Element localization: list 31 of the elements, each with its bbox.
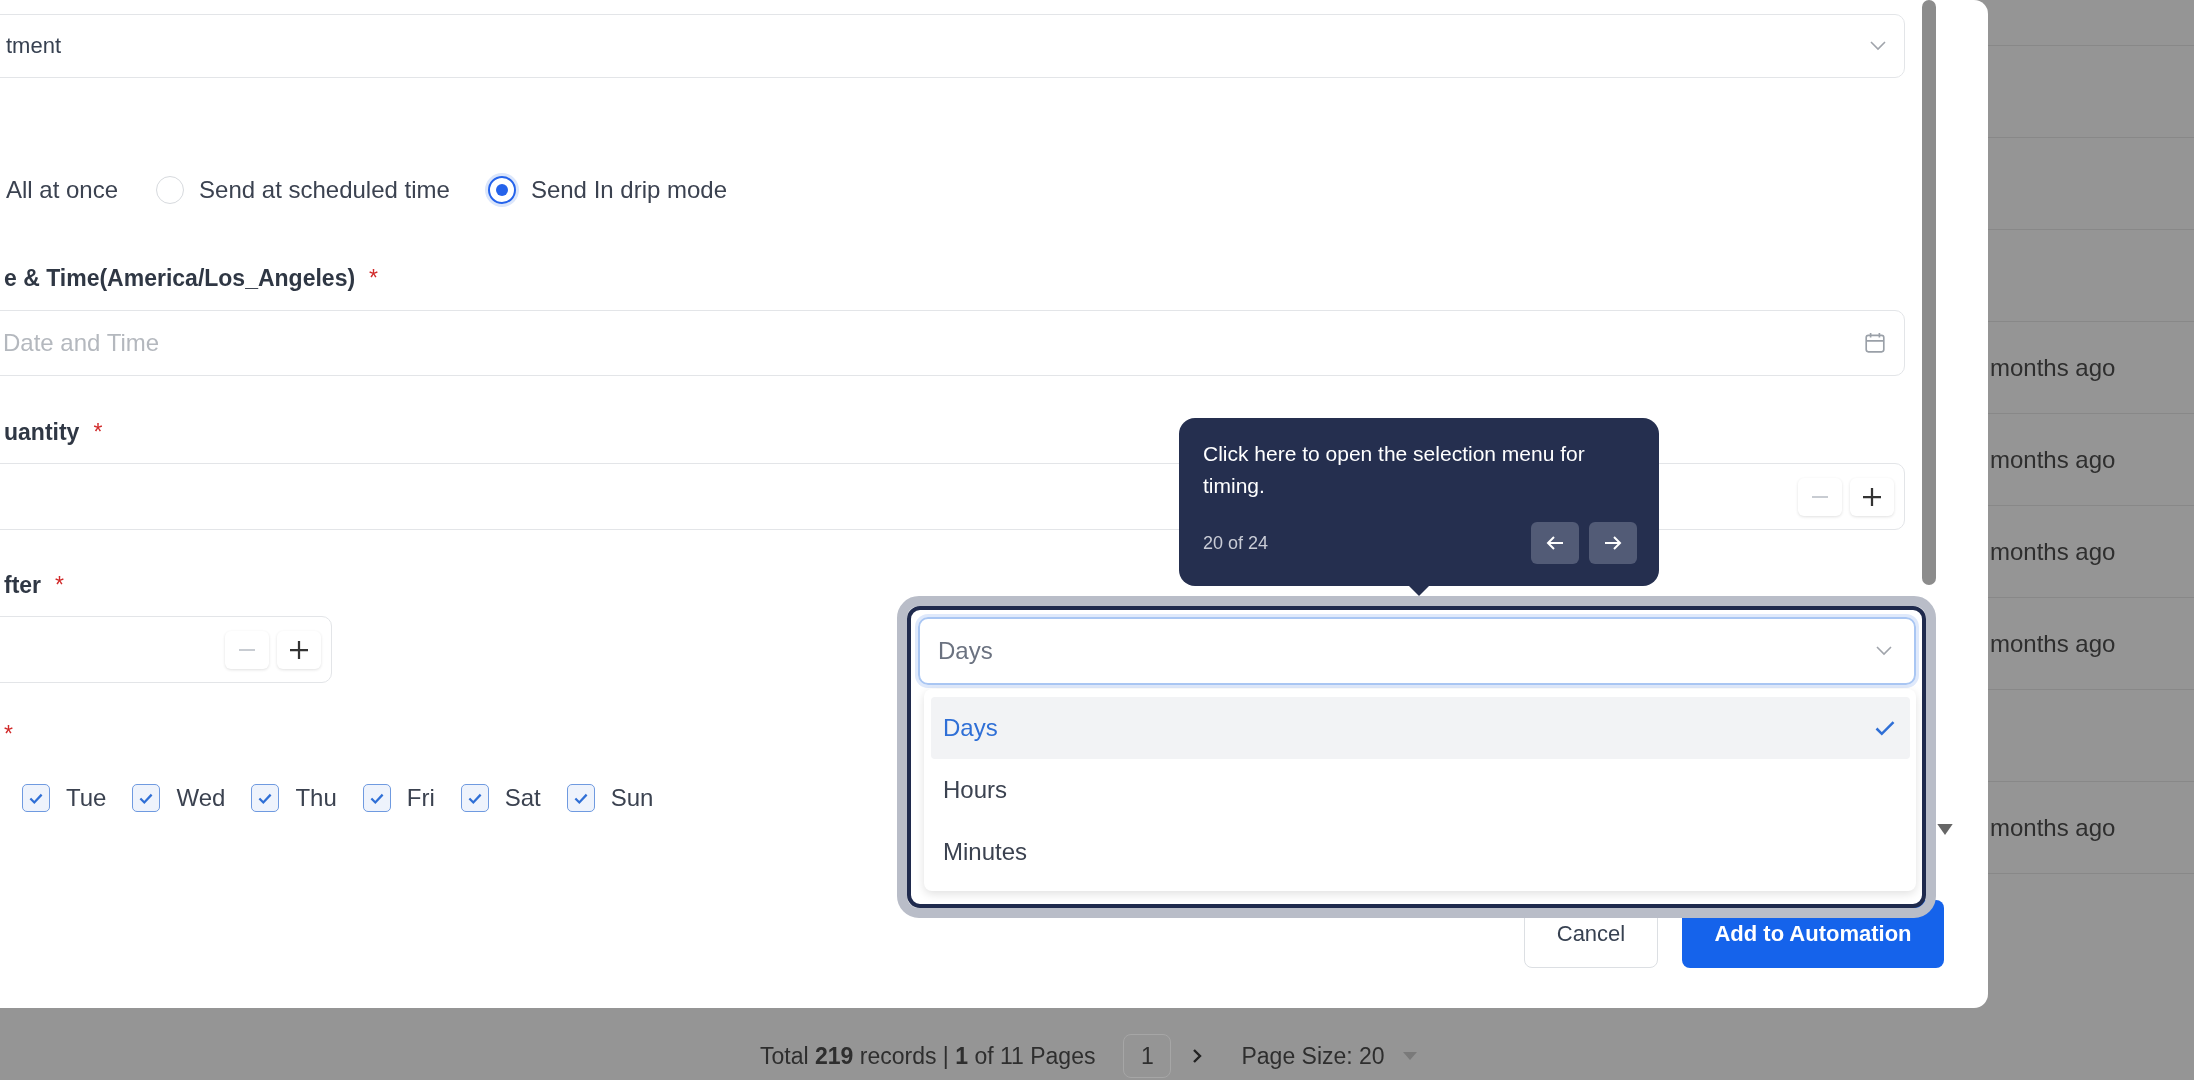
field-label: fter <box>4 571 42 599</box>
step-counter: 20 of 24 <box>1203 532 1269 554</box>
radio-label[interactable]: All at once <box>6 176 119 204</box>
records-summary: Total 219 records | 1 of 11 Pages <box>760 1042 1096 1070</box>
checkbox-label[interactable]: Thu <box>295 784 337 812</box>
required-mark: * <box>369 264 379 292</box>
required-mark: * <box>93 418 103 446</box>
updated-time: months ago <box>1989 537 2116 566</box>
menu-option[interactable]: Days <box>931 697 1910 759</box>
field-label: uantity <box>4 418 80 446</box>
menu-option[interactable]: Minutes <box>931 821 1910 883</box>
page-size-select[interactable]: Page Size: 20 <box>1241 1042 1385 1070</box>
updated-time: months ago <box>1989 445 2116 474</box>
checkbox-label[interactable]: Wed <box>176 784 226 812</box>
updated-time: months ago <box>1989 813 2116 842</box>
select-field[interactable]: tment <box>0 14 1905 78</box>
checkbox-label[interactable]: Sun <box>610 784 654 812</box>
field-label: e & Time(America/Los_Angeles) <box>4 264 356 292</box>
checkbox-label[interactable]: Sat <box>504 784 541 812</box>
radio-label[interactable]: Send at scheduled time <box>199 176 450 204</box>
page-number-button[interactable]: 1 <box>1123 1034 1172 1078</box>
unit-select[interactable]: Days <box>918 617 1916 685</box>
required-mark: * <box>55 571 64 599</box>
updated-time: months ago <box>1989 629 2116 658</box>
menu-option[interactable]: Hours <box>931 759 1910 821</box>
radio-label[interactable]: Send In drip mode <box>530 176 728 204</box>
updated-time: months ago <box>1989 353 2116 382</box>
checkbox-label[interactable]: Tue <box>66 784 107 812</box>
checkbox-label[interactable]: Fri <box>406 784 435 812</box>
tooltip-text: Click here to open the selection menu for timing. <box>1203 441 1586 499</box>
required-mark: * <box>4 720 13 748</box>
